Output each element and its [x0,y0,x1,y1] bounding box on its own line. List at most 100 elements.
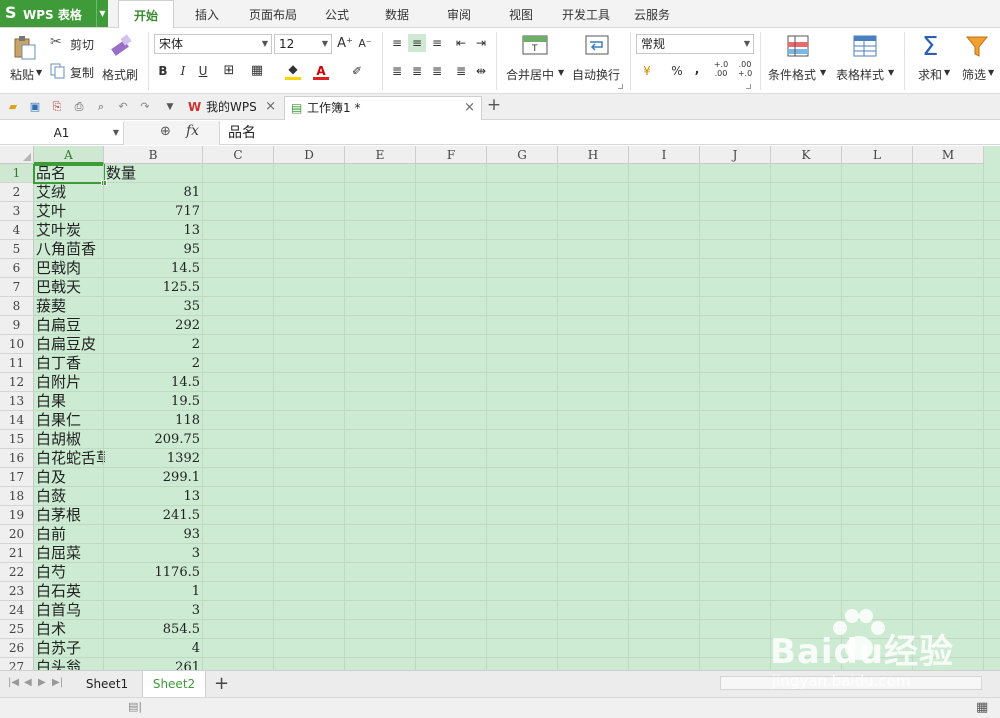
fill-color-icon[interactable]: ◆ [284,62,302,80]
indent-decrease-icon[interactable]: ⇤ [452,34,470,52]
cell-quantity[interactable]: 14.5 [105,259,203,278]
cell-item-name[interactable]: 白果 [35,392,105,411]
cell-item-name[interactable]: 白头翁 [35,658,105,670]
number-dialog-launcher[interactable] [746,84,751,89]
row-header[interactable]: 19 [0,506,34,525]
tab-data[interactable]: 数据 [376,0,418,28]
comma-style-button[interactable]: , [688,60,706,78]
cell-quantity[interactable]: 261 [105,658,203,670]
cell-quantity[interactable]: 118 [105,411,203,430]
tab-cloud[interactable]: 云服务 [628,0,676,28]
cell-item-name[interactable]: 艾叶 [35,202,105,221]
cell-quantity[interactable]: 854.5 [105,620,203,639]
redo-icon[interactable]: ↷ [137,99,153,115]
row-header[interactable]: 23 [0,582,34,601]
last-sheet-icon[interactable]: ▶| [52,677,63,688]
select-all-corner[interactable] [0,146,34,164]
decrease-decimal-button[interactable]: .00 +.0 [734,60,756,78]
sheet-tab-sheet1[interactable]: Sheet1 [74,671,140,697]
cell-item-name[interactable]: 白胡椒 [35,430,105,449]
table-style-button[interactable]: 表格样式 ▼ [834,32,898,90]
cell-item-name[interactable]: 艾叶炭 [35,221,105,240]
normal-view-icon[interactable]: ▦ [976,700,988,715]
cell-quantity[interactable]: 19.5 [105,392,203,411]
align-top-icon[interactable]: ≡ [388,34,406,52]
row-header[interactable]: 16 [0,449,34,468]
cell-item-name[interactable]: 菝葜 [35,297,105,316]
cell-quantity[interactable]: 292 [105,316,203,335]
sheet-tab-sheet2[interactable]: Sheet2 [142,671,206,697]
justify-icon[interactable]: ≣ [452,62,470,80]
cell-quantity[interactable]: 1176.5 [105,563,203,582]
cell-quantity[interactable]: 209.75 [105,430,203,449]
merge-center-button[interactable]: T 合并居中 ▼ [502,32,568,90]
sum-button[interactable]: Σ 求和 ▼ [910,32,950,90]
tab-start[interactable]: 开始 [118,0,174,29]
row-header[interactable]: 14 [0,411,34,430]
cell-item-name[interactable]: 白花蛇舌草 [35,449,105,468]
percent-button[interactable]: % [668,62,686,80]
row-header[interactable]: 4 [0,221,34,240]
cell-item-name[interactable]: 白术 [35,620,105,639]
column-header-i[interactable]: I [629,146,700,164]
font-color-icon[interactable]: A [312,62,330,80]
format-painter-button[interactable]: 格式刷 [102,32,142,90]
tab-formula[interactable]: 公式 [316,0,358,28]
cell-item-name[interactable]: 白屈菜 [35,544,105,563]
row-header[interactable]: 21 [0,544,34,563]
row-header[interactable]: 24 [0,601,34,620]
font-shrink-icon[interactable]: A⁻ [356,35,374,53]
close-icon[interactable]: × [464,97,475,119]
doc-tab-workbook1[interactable]: ▤ 工作簿1 * × [284,96,482,120]
tab-developer[interactable]: 开发工具 [556,0,616,28]
close-icon[interactable]: × [265,96,276,118]
font-size-select[interactable]: 12 ▼ [274,34,332,54]
add-sheet-icon[interactable]: + [214,673,229,694]
paste-button[interactable]: 粘贴 ▼ [6,32,44,90]
row-header[interactable]: 10 [0,335,34,354]
currency-icon[interactable]: ¥ [638,62,656,80]
column-header-h[interactable]: H [558,146,629,164]
align-center-icon[interactable]: ≣ [408,62,426,80]
wrap-text-button[interactable]: 自动换行 [570,32,626,90]
increase-decimal-button[interactable]: +.0 .00 [710,60,732,78]
fill-handle[interactable] [101,180,107,186]
align-middle-icon[interactable]: ≡ [408,34,426,52]
cell-item-name[interactable]: 白及 [35,468,105,487]
cell-item-name[interactable]: 白首乌 [35,601,105,620]
column-header-m[interactable]: M [913,146,984,164]
row-header[interactable]: 11 [0,354,34,373]
undo-icon[interactable]: ↶ [115,99,131,115]
column-header-k[interactable]: K [771,146,842,164]
cell-quantity[interactable]: 35 [105,297,203,316]
cell-item-name[interactable]: 白苏子 [35,639,105,658]
cell-quantity[interactable]: 81 [105,183,203,202]
cell-item-name[interactable]: 白芍 [35,563,105,582]
column-header-e[interactable]: E [345,146,416,164]
cell-item-name[interactable]: 巴戟天 [35,278,105,297]
cell-fill-pattern-icon[interactable]: ▦ [248,62,266,80]
align-bottom-icon[interactable]: ≡ [428,34,446,52]
column-header-c[interactable]: C [203,146,274,164]
row-header[interactable]: 13 [0,392,34,411]
cell-item-name[interactable]: 白蔹 [35,487,105,506]
borders-icon[interactable]: ⊞ [220,62,238,80]
first-sheet-icon[interactable]: |◀ [8,677,19,688]
row-header[interactable]: 22 [0,563,34,582]
row-header[interactable]: 15 [0,430,34,449]
copy-button[interactable]: 复制 [50,62,100,80]
row-header[interactable]: 9 [0,316,34,335]
name-box[interactable]: A1 ▼ [0,122,124,144]
doc-tab-my-wps[interactable]: W 我的WPS × [184,96,282,120]
column-header-d[interactable]: D [274,146,345,164]
indent-increase-icon[interactable]: ⇥ [472,34,490,52]
cell-item-name[interactable]: 白扁豆 [35,316,105,335]
next-sheet-icon[interactable]: ▶ [38,677,46,688]
tab-page-layout[interactable]: 页面布局 [240,0,306,28]
customize-toolbar-icon[interactable]: ▼ [162,99,178,115]
new-tab-icon[interactable]: + [486,97,502,114]
cell-quantity[interactable]: 13 [105,221,203,240]
cell-quantity[interactable]: 14.5 [105,373,203,392]
cell-quantity[interactable]: 1 [105,582,203,601]
column-header-l[interactable]: L [842,146,913,164]
